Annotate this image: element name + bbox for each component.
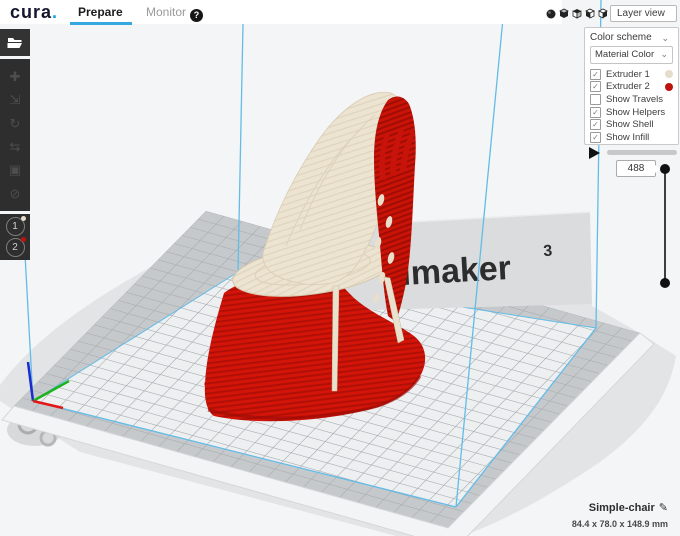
printer-brand-sup: 3 xyxy=(543,243,553,260)
open-file-button[interactable] xyxy=(0,29,30,56)
layer-slider-bottom-handle[interactable] xyxy=(660,278,670,288)
extruder-1-color-swatch xyxy=(665,70,673,78)
edit-job-name-icon[interactable]: ✎ xyxy=(659,502,668,514)
move-tool-icon[interactable]: ✚ xyxy=(10,70,21,83)
layer-slider-track[interactable] xyxy=(664,170,666,282)
row-show-travels: Show Travels xyxy=(590,93,673,106)
model-tools-toolbar: ✚ ⇲ ↻ ⇆ ▣ ⊘ xyxy=(0,59,30,211)
current-layer-value: 488 xyxy=(616,160,656,177)
color-scheme-dropdown[interactable]: Material Color⌄ xyxy=(590,46,673,64)
extruder-2-material-dot xyxy=(21,237,26,242)
active-tab-underline xyxy=(70,22,132,25)
show-infill-checkbox[interactable]: ✓ xyxy=(590,132,601,143)
color-scheme-header[interactable]: Color scheme⌄ xyxy=(590,31,673,46)
cura-window: imaker 3 xyxy=(0,0,680,536)
view-button-front[interactable] xyxy=(558,7,570,20)
support-blocker-icon[interactable]: ⊘ xyxy=(10,187,21,200)
extruder-1-button[interactable]: 1 xyxy=(6,217,25,236)
row-show-shell: ✓ Show Shell xyxy=(590,118,673,131)
monitor-status-badge: ? xyxy=(190,9,203,22)
layer-slider-top-handle[interactable] xyxy=(660,164,670,174)
extruder-2-button[interactable]: 2 xyxy=(6,238,25,257)
extruder-selector: 1 2 xyxy=(0,214,30,260)
play-layer-animation-button[interactable] xyxy=(589,147,600,159)
printer-brand-text: imaker xyxy=(400,249,512,293)
rotate-tool-icon[interactable]: ↻ xyxy=(10,117,21,130)
cura-logo: cura. xyxy=(10,2,58,23)
per-model-settings-icon[interactable]: ▣ xyxy=(9,163,21,176)
tab-prepare[interactable]: Prepare xyxy=(78,5,123,19)
view-button-3d[interactable] xyxy=(545,7,557,20)
row-show-infill: ✓ Show Infill xyxy=(590,131,673,144)
extruder-1-checkbox[interactable]: ✓ xyxy=(590,69,601,80)
view-button-right[interactable] xyxy=(597,7,609,20)
show-travels-checkbox[interactable] xyxy=(590,94,601,105)
viewport-3d[interactable]: imaker 3 xyxy=(0,0,680,536)
top-header: cura. Prepare Monitor? Layer view⌄ xyxy=(0,0,680,24)
view-mode-dropdown[interactable]: Layer view⌄ xyxy=(610,5,677,22)
view-button-left[interactable] xyxy=(584,7,596,20)
extruder-1-material-dot xyxy=(21,216,26,221)
model-dimensions: 84.4 x 78.0 x 148.9 mm xyxy=(572,519,668,529)
chevron-down-icon: ⌄ xyxy=(660,47,668,62)
tab-monitor[interactable]: Monitor? xyxy=(146,5,203,22)
open-folder-icon xyxy=(7,36,23,49)
row-extruder-1: ✓ Extruder 1 xyxy=(590,68,673,81)
row-extruder-2: ✓ Extruder 2 xyxy=(590,81,673,94)
row-show-helpers: ✓ Show Helpers xyxy=(590,106,673,119)
extruder-2-checkbox[interactable]: ✓ xyxy=(590,81,601,92)
layer-range-slider[interactable] xyxy=(607,150,677,155)
view-button-top[interactable] xyxy=(571,7,583,20)
job-info: Simple-chair ✎ 84.4 x 78.0 x 148.9 mm xyxy=(572,498,668,529)
scale-tool-icon[interactable]: ⇲ xyxy=(10,93,21,106)
extruder-2-color-swatch xyxy=(665,83,673,91)
job-name: Simple-chair xyxy=(589,502,655,514)
chevron-down-icon: ⌄ xyxy=(661,31,669,46)
mirror-tool-icon[interactable]: ⇆ xyxy=(10,140,21,153)
show-shell-checkbox[interactable]: ✓ xyxy=(590,119,601,130)
show-helpers-checkbox[interactable]: ✓ xyxy=(590,107,601,118)
layer-view-settings-panel: Color scheme⌄ Material Color⌄ ✓ Extruder… xyxy=(584,27,679,145)
